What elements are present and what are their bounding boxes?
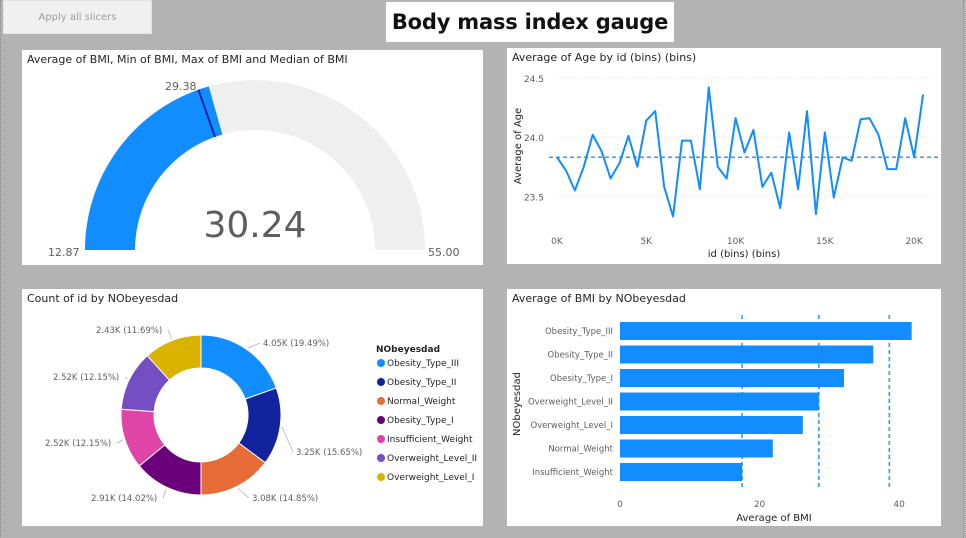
donut-legend-marker bbox=[377, 397, 385, 405]
line-chart: 24.5 24.0 23.5 0K 5K 10K 15K 20K id (bins) (bins… bbox=[513, 75, 940, 260]
bar-category-label: Overweight_Level_I bbox=[530, 421, 613, 431]
gauge-target-label: 29.38 bbox=[165, 80, 197, 93]
donut-legend-label: Overweight_Level_II bbox=[387, 454, 477, 464]
line-y-axis-title: Average of Age bbox=[513, 108, 524, 184]
bar-category-label: Obesity_Type_II bbox=[547, 351, 613, 361]
line-panel[interactable]: Average of Age by id (bins) (bins) 24.5 2… bbox=[507, 48, 941, 264]
line-series-path bbox=[556, 86, 925, 218]
line-ytick-label: 24.5 bbox=[524, 75, 544, 85]
bar-category-label: Obesity_Type_III bbox=[545, 327, 613, 337]
donut-legend-marker bbox=[377, 454, 385, 462]
donut-legend-label: Normal_Weight bbox=[387, 397, 456, 407]
bar-chart: Obesity_Type_III Obesity_Type_II Obesity_T… bbox=[512, 315, 912, 524]
line-xtick-label: 15K bbox=[816, 237, 834, 247]
canvas-right-edge bbox=[963, 0, 965, 538]
canvas-left-edge bbox=[0, 0, 2, 538]
line-xtick-label: 0K bbox=[551, 237, 564, 247]
donut-data-label: 2.43K (11.69%) bbox=[96, 326, 162, 336]
donut-legend-marker bbox=[377, 359, 385, 367]
apply-all-slicers-button[interactable]: Apply all slicers bbox=[3, 0, 152, 34]
donut-data-label: 2.52K (12.15%) bbox=[45, 439, 111, 449]
donut-data-label: 4.05K (19.49%) bbox=[263, 339, 329, 349]
donut-legend-marker bbox=[377, 435, 385, 443]
donut-leader-line bbox=[167, 329, 172, 339]
page-title-box: Body mass index gauge bbox=[386, 2, 674, 42]
bar-category-label: Obesity_Type_I bbox=[550, 374, 613, 384]
line-xtick-label: 20K bbox=[905, 237, 923, 247]
bar-category-label: Overweight_Level_II bbox=[528, 398, 613, 408]
bar-rect bbox=[620, 322, 912, 340]
donut-leader-line bbox=[281, 426, 294, 453]
donut-leader-line bbox=[116, 439, 124, 444]
line-xtick-label: 5K bbox=[640, 237, 653, 247]
donut-data-label: 2.52K (12.15%) bbox=[53, 373, 119, 383]
bar-category-label: Normal_Weight bbox=[548, 445, 613, 455]
donut-legend-label: Obesity_Type_I bbox=[387, 416, 454, 426]
gauge-value-arc bbox=[85, 86, 223, 250]
donut-legend-label: Obesity_Type_II bbox=[387, 378, 456, 388]
line-ytick-label: 24.0 bbox=[524, 134, 544, 144]
line-ytick-label: 23.5 bbox=[524, 193, 544, 203]
bar-xtick-label: 40 bbox=[893, 500, 905, 510]
page-title: Body mass index gauge bbox=[391, 10, 669, 34]
bar-y-axis-title: NObeyesdad bbox=[512, 372, 523, 436]
donut-legend-label: Obesity_Type_III bbox=[387, 359, 459, 369]
bar-panel[interactable]: Average of BMI by NObeyesdad Obesity_Typ… bbox=[507, 289, 941, 526]
bar-rect bbox=[620, 439, 773, 458]
gauge-chart: 30.24 12.87 55.00 29.38 bbox=[48, 80, 460, 259]
bar-x-axis-title: Average of BMI bbox=[736, 513, 812, 524]
donut-legend-label: Insufficient_Weight bbox=[387, 435, 473, 445]
donut-legend-title: NObeyesdad bbox=[376, 345, 440, 355]
gauge-panel[interactable]: Average of BMI, Min of BMI, Max of BMI a… bbox=[22, 50, 483, 265]
donut-data-label: 3.08K (14.85%) bbox=[252, 494, 318, 504]
donut-leader-line bbox=[162, 489, 167, 499]
donut-leader-line bbox=[124, 376, 128, 380]
line-xtick-label: 10K bbox=[727, 237, 745, 247]
gauge-max-label: 55.00 bbox=[428, 246, 460, 259]
gauge-min-label: 12.87 bbox=[48, 246, 80, 259]
bar-rect bbox=[620, 392, 819, 411]
donut-leader-line bbox=[237, 487, 250, 499]
donut-legend-marker bbox=[377, 378, 385, 386]
bar-rect bbox=[620, 416, 803, 434]
bar-rect bbox=[620, 345, 874, 364]
bar-xtick-label: 0 bbox=[617, 500, 623, 510]
donut-legend-label: Overweight_Level_I bbox=[387, 473, 474, 483]
gauge-value-label: 30.24 bbox=[203, 205, 306, 246]
bar-category-label: Insufficient_Weight bbox=[532, 468, 613, 478]
donut-legend-marker bbox=[377, 416, 385, 424]
donut-leader-line bbox=[248, 342, 261, 349]
donut-data-label: 2.91K (14.02%) bbox=[91, 494, 157, 504]
donut-chart: 4.05K (19.49%) 3.25K (15.65%) 3.08K (14.85… bbox=[45, 326, 477, 504]
donut-data-label: 3.25K (15.65%) bbox=[296, 448, 362, 458]
bar-rect bbox=[620, 463, 743, 481]
line-x-axis-title: id (bins) (bins) bbox=[708, 249, 781, 260]
bar-rect bbox=[620, 369, 844, 387]
donut-legend-marker bbox=[377, 473, 385, 481]
donut-panel[interactable]: Count of id by NObeyesdad 4.05K (19.49%)… bbox=[22, 289, 483, 526]
bar-xtick-label: 20 bbox=[754, 500, 766, 510]
